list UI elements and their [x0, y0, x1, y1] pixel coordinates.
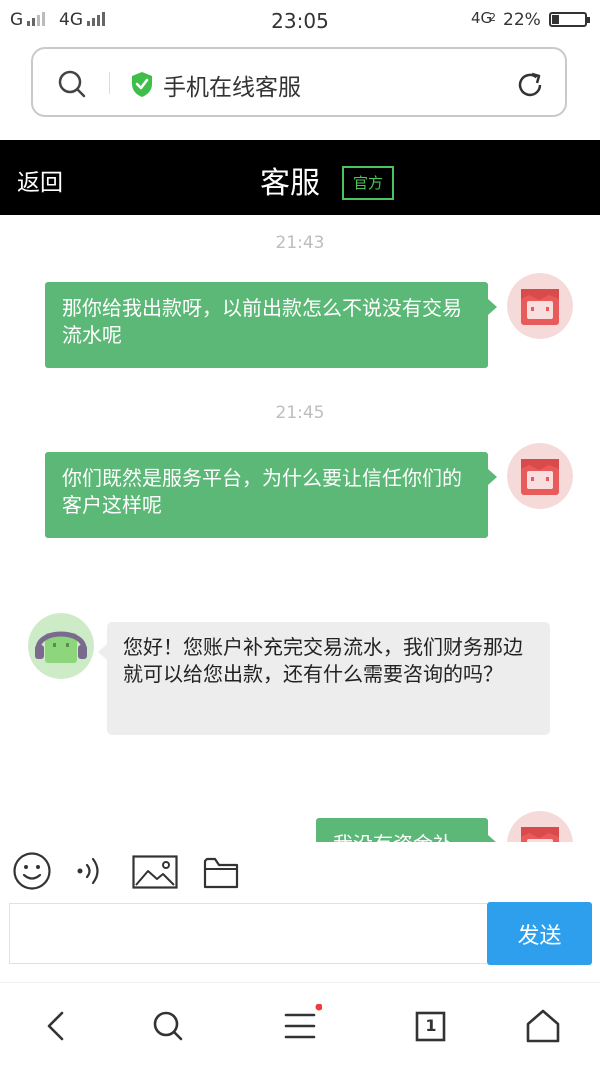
menu-icon[interactable]	[278, 1004, 322, 1048]
page-url-title: 手机在线客服	[163, 75, 301, 101]
battery-icon	[549, 12, 590, 27]
image-icon[interactable]	[132, 855, 178, 889]
agent-avatar	[28, 613, 94, 679]
message-timestamp: 21:45	[275, 403, 325, 423]
tabs-button[interactable]: 1	[409, 1004, 453, 1048]
sent-message: 你们既然是服务平台，为什么要让信任你们的客户这样呢	[45, 452, 497, 538]
tab-count: 1	[425, 1016, 437, 1035]
user-avatar	[507, 273, 573, 339]
url-divider	[109, 72, 110, 94]
message-input[interactable]	[9, 903, 487, 964]
status-bar: G 4G 23:05 4G 2 22%	[0, 0, 600, 40]
message-timestamp: 21:43	[275, 233, 325, 253]
page-title: 客服	[260, 166, 320, 201]
sent-message: 我没有资金补	[316, 818, 497, 842]
emoji-icon[interactable]	[12, 851, 52, 891]
user-avatar	[507, 443, 573, 509]
chat-area[interactable]: 21:43 那你给我出款呀，以前出款怎么不说没有交易流水呢 21:45 你们既然…	[0, 215, 600, 842]
folder-icon[interactable]	[203, 855, 239, 889]
search-nav-icon[interactable]	[146, 1004, 190, 1048]
home-icon[interactable]	[521, 1004, 565, 1048]
sent-message: 那你给我出款呀，以前出款怎么不说没有交易流水呢	[45, 282, 497, 368]
battery-percent: 22%	[503, 10, 541, 30]
user-avatar	[507, 811, 573, 842]
shield-check-icon	[132, 72, 152, 97]
official-badge: 官方	[342, 166, 394, 200]
send-button[interactable]: 发送	[487, 902, 592, 965]
search-icon[interactable]	[57, 69, 87, 99]
network-sub-label: 2	[489, 11, 496, 24]
refresh-icon[interactable]	[514, 69, 546, 101]
back-arrow-icon[interactable]	[36, 1004, 80, 1048]
received-message: 您好！您账户补充完交易流水，我们财务那边就可以给您出款，还有什么需要咨询的吗？	[98, 622, 550, 735]
voice-icon[interactable]	[76, 853, 106, 889]
